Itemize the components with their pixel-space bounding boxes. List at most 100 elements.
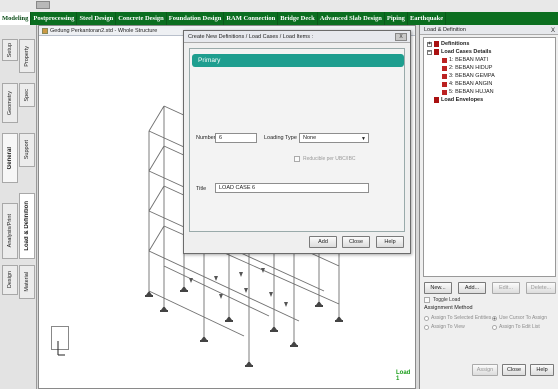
reducible-checkbox[interactable]: Reducible per UBC/IBC xyxy=(294,156,356,162)
toggle-load-checkbox[interactable]: Toggle Load xyxy=(424,297,460,303)
support-symbols xyxy=(145,286,343,367)
definitions-label: Definitions xyxy=(441,41,470,47)
side-tab-support[interactable]: Support xyxy=(19,133,35,167)
help-button[interactable]: Help xyxy=(376,236,404,248)
tab-advanced-slab-design[interactable]: Advanced Slab Design xyxy=(318,12,385,25)
tab-steel-design[interactable]: Steel Design xyxy=(77,12,117,25)
tab-postprocessing[interactable]: Postprocessing xyxy=(31,12,78,25)
expand-icon: + xyxy=(427,40,432,47)
tree-item-case[interactable]: 3: BEBAN GEMPA xyxy=(442,73,495,79)
panel-title-bar: Load & Definition X xyxy=(420,25,558,35)
tab-primary[interactable]: Primary xyxy=(192,54,404,67)
radio-assign-view[interactable]: Assign To View xyxy=(424,324,465,330)
dialog-body: Primary Number 6 Loading Type None ▼ Red… xyxy=(189,48,405,232)
page-control-bar: Setup Property Geometry Spec General Sup… xyxy=(0,25,37,389)
delete-button[interactable]: Delete... xyxy=(526,282,556,294)
loading-type-value: None xyxy=(303,135,317,141)
load-case-label: 4: BEBAN ANGIN xyxy=(449,81,493,87)
radio-label: Assign To Edit List xyxy=(499,324,540,330)
title-field[interactable]: LOAD CASE 6 xyxy=(215,183,369,193)
load-case-icon xyxy=(442,65,447,71)
side-tab-general[interactable]: General xyxy=(2,133,18,183)
tree-item-case[interactable]: 1: BEBAN MATI xyxy=(442,57,488,63)
radio-dot xyxy=(424,315,429,321)
panel-help-button[interactable]: Help xyxy=(530,364,554,376)
dialog-close-button[interactable]: X xyxy=(395,33,407,41)
collapse-icon: − xyxy=(427,48,432,55)
load-case-icon xyxy=(442,89,447,95)
axis-indicator xyxy=(51,326,69,356)
assign-button[interactable]: Assign xyxy=(472,364,498,376)
tab-modeling[interactable]: Modeling xyxy=(0,12,32,25)
load-envelopes-label: Load Envelopes xyxy=(441,97,484,103)
assignment-method-label: Assignment Method xyxy=(424,305,473,311)
load-case-icon xyxy=(442,57,447,63)
load-case-label: 5: BEBAN HUJAN xyxy=(449,89,494,95)
radio-dot xyxy=(424,324,429,330)
load-case-label: 1: BEBAN MATI xyxy=(449,57,489,63)
tab-bridge-deck[interactable]: Bridge Deck xyxy=(278,12,318,25)
reducible-label: Reducible per UBC/IBC xyxy=(303,156,356,162)
toggle-load-label: Toggle Load xyxy=(433,297,461,303)
side-tab-geometry[interactable]: Geometry xyxy=(2,83,18,123)
tab-concrete-design[interactable]: Concrete Design xyxy=(116,12,167,25)
close-button[interactable]: Close xyxy=(342,236,370,248)
definitions-icon xyxy=(434,41,439,47)
radio-assign-selected[interactable]: Assign To Selected Entities xyxy=(424,315,491,321)
number-label: Number xyxy=(196,135,216,141)
tree-item-case[interactable]: 5: BEBAN HUJAN xyxy=(442,89,494,95)
load-cases-icon xyxy=(434,49,439,55)
radio-use-cursor[interactable]: Use Cursor To Assign xyxy=(492,315,547,321)
number-field[interactable]: 6 xyxy=(215,133,257,143)
tab-earthquake[interactable]: Earthquake xyxy=(408,12,447,25)
checkbox-box xyxy=(424,297,430,303)
tree-item-load-envelopes[interactable]: Load Envelopes xyxy=(427,97,483,103)
radio-label: Use Cursor To Assign xyxy=(499,315,547,321)
load-envelopes-icon xyxy=(434,97,439,103)
edit-button[interactable]: Edit... xyxy=(492,282,520,294)
side-tab-load-definition[interactable]: Load & Definition xyxy=(19,193,35,259)
radio-label: Assign To View xyxy=(431,324,465,330)
panel-close-button[interactable]: Close xyxy=(502,364,526,376)
tree-item-case[interactable]: 2: BEBAN HIDUP xyxy=(442,65,492,71)
tab-foundation-design[interactable]: Foundation Design xyxy=(167,12,225,25)
checkbox-box xyxy=(294,156,300,162)
add-load-button[interactable]: Add... xyxy=(458,282,486,294)
dialog-title: Create New Definitions / Load Cases / Lo… xyxy=(188,34,314,40)
load-case-label: 3: BEBAN GEMPA xyxy=(449,73,495,79)
load-case-icon xyxy=(442,73,447,79)
radio-dot xyxy=(492,324,497,330)
radio-assign-edit-list[interactable]: Assign To Edit List xyxy=(492,324,540,330)
dialog-title-bar: Create New Definitions / Load Cases / Lo… xyxy=(184,31,410,43)
create-definition-dialog: Create New Definitions / Load Cases / Lo… xyxy=(183,30,411,254)
side-tab-design[interactable]: Design xyxy=(2,265,18,295)
tree-item-definitions[interactable]: + Definitions xyxy=(427,41,469,47)
chevron-down-icon: ▼ xyxy=(361,136,366,142)
side-tab-spec[interactable]: Spec xyxy=(19,83,35,107)
side-tab-material[interactable]: Material xyxy=(19,265,35,299)
title-bar xyxy=(0,0,558,12)
side-tab-analysis-print[interactable]: Analysis/Print xyxy=(2,203,18,259)
panel-close-icon[interactable]: X xyxy=(551,26,555,36)
radio-dot xyxy=(492,315,497,321)
load-definition-panel: Load & Definition X + Definitions − Load… xyxy=(419,25,558,389)
quick-access-icon[interactable] xyxy=(36,1,50,9)
load-cases-label: Load Cases Details xyxy=(441,49,492,55)
ribbon-tabs: Modeling Postprocessing Steel Design Con… xyxy=(0,12,558,25)
side-tab-setup[interactable]: Setup xyxy=(2,39,18,61)
viewport-title: Gedung Perkantoran2.std - Whole Structur… xyxy=(50,28,158,34)
panel-title: Load & Definition xyxy=(424,27,466,33)
tree-item-load-cases[interactable]: − Load Cases Details xyxy=(427,49,491,55)
add-button[interactable]: Add xyxy=(309,236,337,248)
new-button[interactable]: New... xyxy=(424,282,452,294)
side-tab-property[interactable]: Property xyxy=(19,39,35,73)
tree-item-case[interactable]: 4: BEBAN ANGIN xyxy=(442,81,492,87)
loading-type-select[interactable]: None ▼ xyxy=(299,133,369,143)
active-load-label: Load 1 xyxy=(396,370,411,382)
tab-ram-connection[interactable]: RAM Connection xyxy=(224,12,279,25)
document-icon xyxy=(42,28,48,34)
tab-piping[interactable]: Piping xyxy=(385,12,408,25)
radio-label: Assign To Selected Entities xyxy=(431,315,492,321)
load-tree: + Definitions − Load Cases Details 1: BE… xyxy=(423,37,556,277)
loading-type-label: Loading Type xyxy=(264,135,297,141)
